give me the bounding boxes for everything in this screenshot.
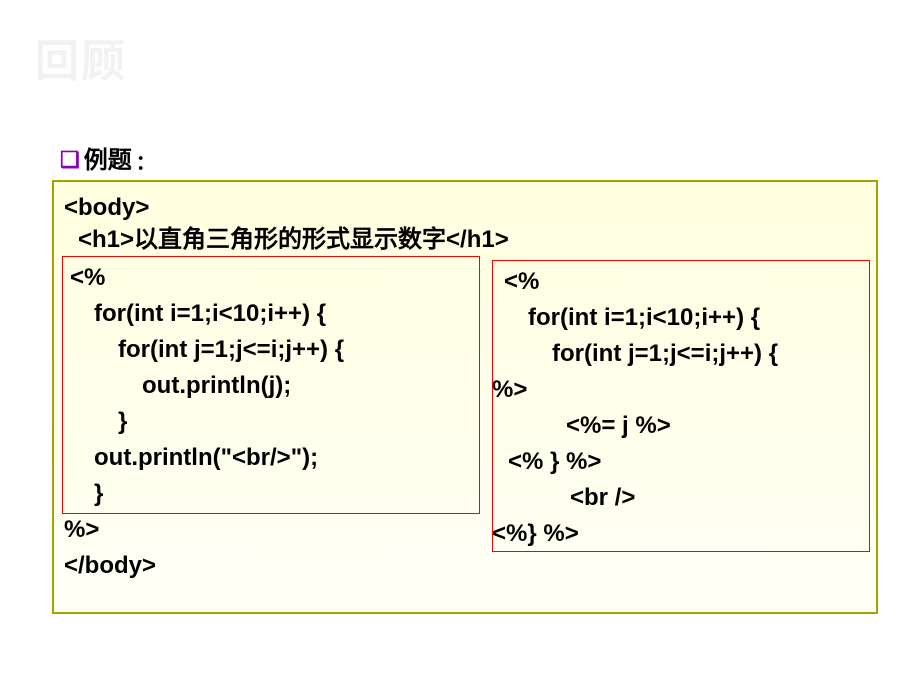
code-line: <%= j %> <box>566 410 671 442</box>
code-line: for(int i=1;i<10;i++) { <box>528 302 760 334</box>
bullet-icon: ❑ <box>60 147 80 172</box>
code-line: <h1>以直角三角形的形式显示数字</h1> <box>78 224 509 256</box>
slide-title: 回顾 <box>35 25 127 89</box>
code-line: <% <box>504 266 539 298</box>
code-line: %> <box>64 514 99 546</box>
heading-text: 例题 <box>84 147 132 174</box>
code-line: <body> <box>64 192 149 224</box>
code-line: <% } %> <box>508 446 601 478</box>
code-line: %> <box>492 374 527 406</box>
code-line: for(int j=1;j<=i;j++) { <box>552 338 778 370</box>
code-line: <%} %> <box>492 518 579 550</box>
example-heading: ❑例题： <box>60 140 156 175</box>
heading-colon: ： <box>136 152 156 174</box>
code-line: </body> <box>64 550 156 582</box>
code-line: <br /> <box>570 482 635 514</box>
highlight-box-left <box>62 256 480 514</box>
code-example-box: <body> <h1>以直角三角形的形式显示数字</h1> <% for(int… <box>52 180 878 614</box>
